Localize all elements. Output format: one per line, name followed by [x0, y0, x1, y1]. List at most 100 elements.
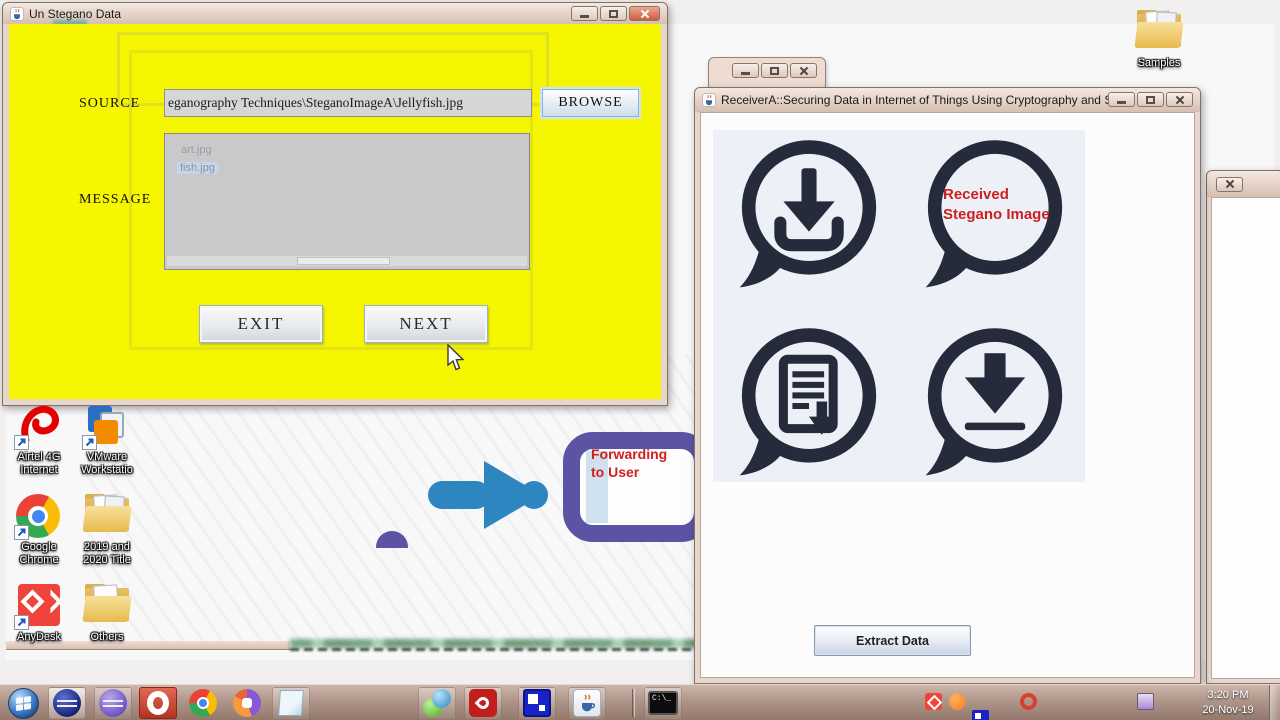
desktop-icon-label: Samples [1137, 57, 1181, 69]
maximize-button[interactable] [761, 63, 788, 78]
browse-button[interactable]: BROWSE [542, 89, 639, 117]
acrobat-icon [469, 689, 497, 717]
desktop-icon-label: AnyDesk [16, 631, 62, 643]
taskbar-navicat-button[interactable] [418, 687, 456, 719]
desktop-icon-label: VMware Workstatio [81, 451, 133, 476]
tray-blue-square-icon[interactable] [972, 710, 989, 720]
stegano-window-title: Un Stegano Data [29, 6, 122, 21]
close-icon [1175, 95, 1185, 105]
stegano-titlebar[interactable]: Un Stegano Data [3, 3, 667, 27]
taskbar-eclipse-purple-button[interactable] [94, 687, 132, 719]
tray-purple-app-icon[interactable] [1137, 693, 1154, 710]
close-button[interactable] [1166, 92, 1193, 107]
java-app-icon [702, 93, 716, 107]
blurred-green-caption [290, 639, 698, 648]
tray-avast-icon[interactable] [949, 693, 966, 710]
java-app-icon [10, 6, 24, 21]
desktop-screen: Forwarding to User Samples ReceiverA::Se… [0, 0, 1280, 720]
windows-logo-icon [7, 687, 39, 719]
minimize-icon [580, 15, 589, 18]
desktop-icon-airtel[interactable]: Airtel 4G Internet [6, 404, 72, 476]
source-path-field[interactable]: eganography Techniques\SteganoImageA\Jel… [164, 89, 532, 117]
close-icon [1225, 179, 1235, 189]
partial-window-right [1206, 170, 1280, 684]
taskbar-firefox-focus-button[interactable] [228, 687, 266, 719]
desktop-icon-label: Airtel 4G Internet [17, 451, 61, 476]
partial-window-content [1211, 197, 1280, 679]
minimize-button[interactable] [571, 6, 598, 21]
taskbar-cmd-button[interactable]: C:\_ [644, 687, 682, 719]
ghost-text-selected: fish.jpg [177, 162, 218, 174]
desktop-icon-vmware[interactable]: VMware Workstatio [74, 404, 140, 476]
partial-window-titlebar[interactable] [1207, 171, 1280, 197]
folder-icon [82, 584, 132, 624]
taskbar-eclipse-blue-button[interactable] [48, 687, 86, 719]
maximize-button[interactable] [600, 6, 627, 21]
eclipse-purple-icon [99, 689, 127, 717]
eclipse-icon [53, 689, 81, 717]
tray-anydesk-icon[interactable] [925, 693, 942, 710]
notepad-icon [278, 690, 304, 716]
exit-button[interactable]: EXIT [199, 305, 323, 343]
taskbar-bluesquare-app-button[interactable] [518, 687, 556, 719]
minimize-icon [1117, 101, 1126, 104]
ghost-text: art.jpg [181, 144, 212, 156]
horizontal-scrollbar[interactable] [167, 256, 527, 266]
received-stegano-image-label: Received Stegano Image [943, 186, 1050, 223]
minimize-button[interactable] [1108, 92, 1135, 107]
mouse-cursor [447, 343, 466, 377]
chrome-icon [189, 689, 217, 717]
minimize-button[interactable] [732, 63, 759, 78]
close-icon [799, 66, 809, 76]
shortcut-arrow-icon [14, 525, 29, 540]
close-button[interactable] [629, 6, 660, 21]
receiver-titlebar[interactable]: ReceiverA::Securing Data in Internet of … [695, 88, 1200, 112]
desktop-icon-samples[interactable]: Samples [1126, 10, 1192, 70]
taskbar-divider [632, 689, 635, 717]
download-tray-icon [723, 132, 889, 298]
desktop-icon-chrome[interactable]: Google Chrome [6, 494, 72, 566]
java-icon [573, 689, 601, 717]
document-download-icon [723, 320, 889, 486]
taskbar-clock[interactable]: 3:20 PM 20-Nov-19 [1192, 688, 1264, 718]
forwarding-to-user-label: Forwarding to User [591, 446, 668, 481]
tray-opera-icon[interactable] [1020, 693, 1037, 710]
desktop-icon-label: 2019 and 2020 Title [83, 541, 131, 566]
maximize-button[interactable] [1137, 92, 1164, 107]
maximize-icon [770, 66, 779, 75]
desktop-icon-others[interactable]: Others [74, 584, 140, 644]
source-label: SOURCE [79, 96, 141, 111]
stegano-window: Un Stegano Data SOURCE eganography Techn… [2, 2, 668, 406]
right-arrow-graphic [426, 449, 554, 546]
scrollbar-thumb[interactable] [296, 257, 391, 265]
show-desktop-button[interactable] [1269, 685, 1280, 720]
folder-icon [1134, 10, 1184, 50]
taskbar: C:\_ 3:20 PM 20-Nov-19 [0, 684, 1280, 720]
start-button[interactable] [4, 687, 42, 719]
maximize-icon [1146, 95, 1155, 104]
command-prompt-icon: C:\_ [648, 691, 678, 715]
close-button[interactable] [1216, 176, 1243, 192]
maximize-icon [609, 9, 618, 18]
blue-square-app-icon [523, 689, 551, 717]
message-textarea[interactable]: art.jpg fish.jpg [164, 133, 530, 270]
taskbar-opera-button[interactable] [139, 687, 177, 719]
taskbar-chrome-button[interactable] [184, 687, 222, 719]
desktop-icon-anydesk[interactable]: AnyDesk [6, 584, 72, 644]
next-button[interactable]: NEXT [364, 305, 488, 343]
close-icon [640, 9, 650, 19]
extract-data-button[interactable]: Extract Data [814, 625, 971, 656]
desktop-icon-2019-2020-titles[interactable]: 2019 and 2020 Title [74, 494, 140, 566]
stegano-client-area: SOURCE eganography Techniques\SteganoIma… [9, 24, 661, 399]
desktop-icon-label: Others [90, 631, 124, 643]
taskbar-java-button[interactable] [568, 687, 606, 719]
receiver-window: ReceiverA::Securing Data in Internet of … [694, 87, 1201, 684]
taskbar-acrobat-button[interactable] [464, 687, 502, 719]
shortcut-arrow-icon [14, 435, 29, 450]
receiver-content: Received Stegano Image Extract Data [700, 112, 1195, 678]
message-label: MESSAGE [79, 192, 152, 207]
taskbar-notepad-button[interactable] [272, 687, 310, 719]
close-button[interactable] [790, 63, 817, 78]
download-arrow-icon [909, 320, 1075, 486]
clock-date: 20-Nov-19 [1202, 703, 1254, 716]
